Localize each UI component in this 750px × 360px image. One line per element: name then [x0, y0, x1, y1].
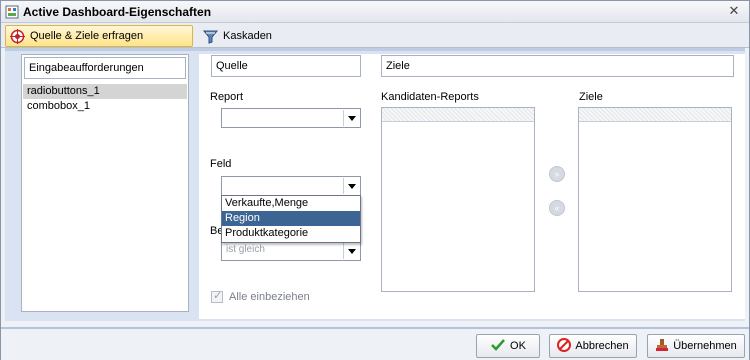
chevron-down-icon[interactable] — [343, 243, 359, 259]
targets-list[interactable] — [578, 107, 732, 292]
prompts-panel: Eingabeaufforderungen radiobuttons_1 com… — [21, 54, 189, 312]
report-label: Report — [210, 91, 244, 103]
targets-header: Ziele — [381, 55, 734, 77]
source-targets-panel: Quelle Ziele Report Feld Be ist gleich K… — [199, 54, 745, 319]
checkmark-icon — [490, 338, 506, 355]
target-icon — [10, 28, 25, 44]
tab-content: Eingabeaufforderungen radiobuttons_1 com… — [5, 51, 745, 321]
condition-value: ist gleich — [226, 244, 265, 255]
cascade-icon — [202, 29, 219, 44]
list-header — [579, 108, 731, 122]
stamp-icon — [655, 338, 669, 355]
tab-bar: Quelle & Ziele erfragen Kaskaden — [1, 23, 749, 48]
dropdown-option[interactable]: Verkaufte,Menge — [222, 196, 360, 211]
list-item[interactable]: radiobuttons_1 — [23, 84, 187, 99]
field-label: Feld — [210, 158, 232, 170]
tab-cascades[interactable]: Kaskaden — [199, 25, 278, 47]
source-header: Quelle — [211, 55, 361, 77]
chevron-down-icon[interactable] — [343, 110, 359, 126]
dialog-footer: OK Abbrechen Übernehmen — [1, 327, 749, 360]
cancel-icon — [557, 337, 572, 355]
prompts-header: Eingabeaufforderungen — [24, 57, 186, 79]
dialog-window: Active Dashboard-Eigenschaften ✕ Quelle … — [0, 0, 750, 360]
dashboard-icon — [5, 5, 19, 19]
tab-cascades-label: Kaskaden — [223, 30, 272, 42]
move-right-icon[interactable]: » — [549, 166, 565, 182]
close-icon[interactable]: ✕ — [727, 4, 741, 18]
cancel-label: Abbrechen — [575, 340, 629, 352]
condition-select[interactable]: ist gleich — [221, 241, 361, 261]
list-item[interactable]: combobox_1 — [23, 99, 187, 114]
tab-source-targets[interactable]: Quelle & Ziele erfragen — [5, 25, 193, 47]
dropdown-option-selected[interactable]: Region — [222, 211, 360, 226]
report-select[interactable] — [221, 108, 361, 128]
candidates-list[interactable] — [381, 107, 535, 292]
window-title: Active Dashboard-Eigenschaften — [23, 5, 212, 19]
list-header — [382, 108, 534, 122]
apply-label: Übernehmen — [673, 340, 737, 352]
tab-source-targets-label: Quelle & Ziele erfragen — [30, 30, 144, 42]
candidates-label: Kandidaten-Reports — [381, 91, 479, 103]
include-all-checkbox[interactable] — [211, 289, 223, 303]
field-select[interactable] — [221, 176, 361, 196]
move-left-icon[interactable]: « — [549, 200, 565, 216]
ok-button[interactable]: OK — [476, 334, 540, 358]
include-all-row[interactable]: Alle einbeziehen — [211, 289, 310, 303]
field-dropdown[interactable]: Verkaufte,Menge Region Produktkategorie — [221, 195, 361, 243]
cancel-button[interactable]: Abbrechen — [549, 334, 637, 358]
dropdown-option[interactable]: Produktkategorie — [222, 226, 360, 241]
title-bar: Active Dashboard-Eigenschaften ✕ — [1, 1, 749, 23]
apply-button[interactable]: Übernehmen — [647, 334, 745, 358]
chevron-down-icon[interactable] — [343, 178, 359, 194]
include-all-label: Alle einbeziehen — [229, 291, 310, 303]
ok-label: OK — [510, 340, 526, 352]
targets-label: Ziele — [579, 91, 603, 103]
